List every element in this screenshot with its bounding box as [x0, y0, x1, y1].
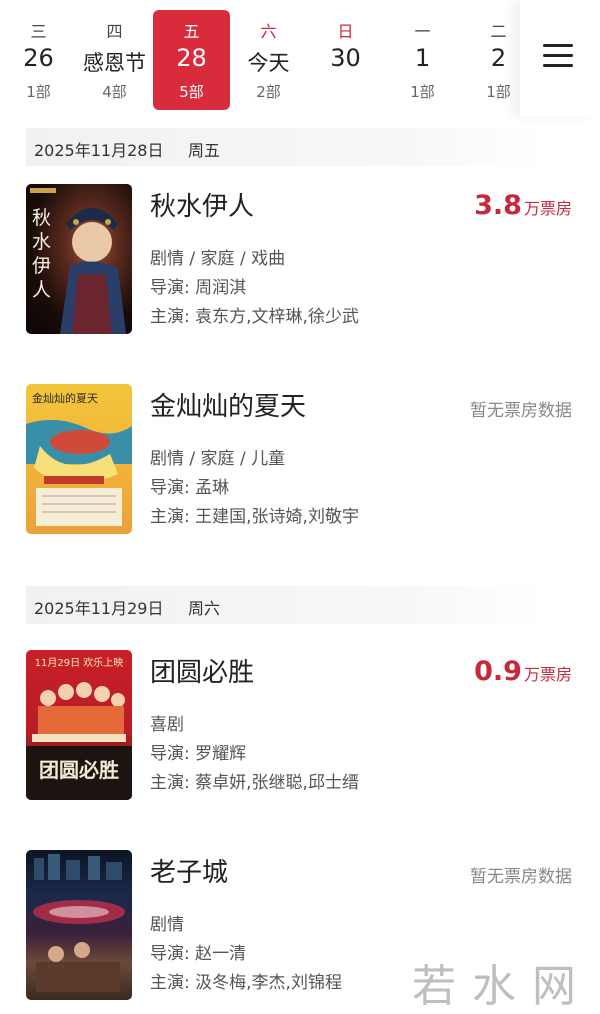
movie-count: 1部 [410, 83, 435, 101]
date-tab-thanksgiving[interactable]: 四 感恩节 4部 [76, 10, 153, 110]
city-poster-art [33, 854, 125, 992]
movie-count: 1部 [26, 83, 51, 101]
movie-poster[interactable]: 11月29日 欢乐上映 团圆必胜 [26, 650, 132, 800]
movie-director: 导演: 周润淇 [150, 278, 247, 298]
weekday-label: 四 [106, 22, 123, 41]
date-tab-1[interactable]: 一 1 1部 [384, 10, 461, 110]
movie-director: 导演: 罗耀辉 [150, 744, 247, 764]
date-label: 28 [176, 44, 207, 72]
section-header-nov28: 2025年11月28日 周五 [26, 128, 546, 166]
poster-title: 金灿灿的夏天 [32, 392, 98, 405]
poster-release-date: 11月29日 欢乐上映 [34, 658, 124, 669]
movie-title: 团圆必胜 [150, 658, 255, 688]
poster-title: 团圆必胜 [39, 758, 119, 782]
date-tab-28-selected[interactable]: 五 28 5部 [153, 10, 230, 110]
date-label: 26 [23, 44, 54, 72]
weekday-label: 五 [183, 22, 200, 41]
movie-genres: 喜剧 [150, 715, 184, 735]
section-weekday: 周五 [188, 141, 221, 160]
date-tab-30[interactable]: 日 30 [307, 10, 384, 110]
movie-count: 4部 [102, 83, 127, 101]
weekday-label: 三 [30, 22, 47, 41]
summer-poster-art [26, 419, 132, 526]
watermark-logo: 若水网 [412, 961, 592, 1012]
movie-director: 导演: 孟琳 [150, 478, 230, 498]
section-date: 2025年11月28日 [34, 141, 164, 160]
date-label: 1 [414, 44, 431, 72]
movie-item[interactable]: 金灿灿的夏天 金灿灿的夏天 暂无票房数据 剧情 / 家庭 / 儿童 导演: 孟琳… [26, 384, 586, 536]
section-header-nov29: 2025年11月29日 周六 [26, 586, 546, 624]
hamburger-menu-icon [543, 44, 573, 68]
box-office-value: 0.9 [474, 656, 522, 687]
date-strip: 三 26 1部 四 感恩节 4部 五 28 5部 六 今天 2部 日 30 一 … [0, 0, 600, 116]
weekday-label: 一 [414, 22, 431, 41]
date-tab-today[interactable]: 六 今天 2部 [230, 10, 307, 110]
no-box-office: 暂无票房数据 [470, 401, 572, 421]
movie-cast: 主演: 王建国,张诗婍,刘敬宇 [150, 507, 359, 527]
box-office: 3.8 万票房 [474, 190, 572, 221]
movie-cast: 主演: 汲冬梅,李杰,刘锦程 [150, 973, 342, 993]
movie-title: 老子城 [150, 858, 229, 888]
movie-genres: 剧情 / 家庭 / 儿童 [150, 449, 286, 469]
box-office-unit: 万票房 [523, 665, 572, 684]
poster-title: 秋水伊人 [32, 207, 52, 301]
section-date: 2025年11月29日 [34, 599, 164, 618]
movie-count: 5部 [179, 83, 204, 101]
date-label: 30 [330, 44, 361, 72]
date-label: 今天 [247, 51, 290, 75]
movie-item[interactable]: 11月29日 欢乐上映 团圆必胜 团圆必胜 0.9 万票房 喜剧 导演: 罗耀辉 … [26, 650, 586, 802]
menu-button[interactable] [520, 0, 600, 116]
movie-title: 金灿灿的夏天 [150, 392, 307, 422]
no-box-office: 暂无票房数据 [470, 867, 572, 887]
movie-poster[interactable]: 秋水伊人 [26, 184, 132, 334]
movie-cast: 主演: 蔡卓妍,张继聪,邱士缙 [150, 773, 359, 793]
weekday-label: 日 [337, 22, 354, 41]
box-office: 0.9 万票房 [474, 656, 572, 687]
movie-cast: 主演: 袁东方,文梓琳,徐少武 [150, 307, 359, 327]
box-office-unit: 万票房 [523, 199, 572, 218]
movie-title: 秋水伊人 [150, 192, 255, 222]
movie-genres: 剧情 [150, 915, 184, 935]
weekday-label: 六 [260, 22, 277, 41]
movie-genres: 剧情 / 家庭 / 戏曲 [150, 249, 286, 269]
movie-item[interactable]: 秋水伊人 秋水伊人 3.8 万票房 剧情 / 家庭 / 戏曲 导演: 周润淇 主演… [26, 184, 586, 336]
date-label: 感恩节 [83, 51, 146, 75]
section-weekday: 周六 [188, 599, 221, 618]
movie-count: 2部 [256, 83, 281, 101]
box-office-value: 3.8 [474, 190, 522, 221]
movie-director: 导演: 赵一清 [150, 944, 247, 964]
movie-poster[interactable]: 金灿灿的夏天 [26, 384, 132, 534]
movie-poster[interactable] [26, 850, 132, 1000]
date-tab-26[interactable]: 三 26 1部 [0, 10, 77, 110]
